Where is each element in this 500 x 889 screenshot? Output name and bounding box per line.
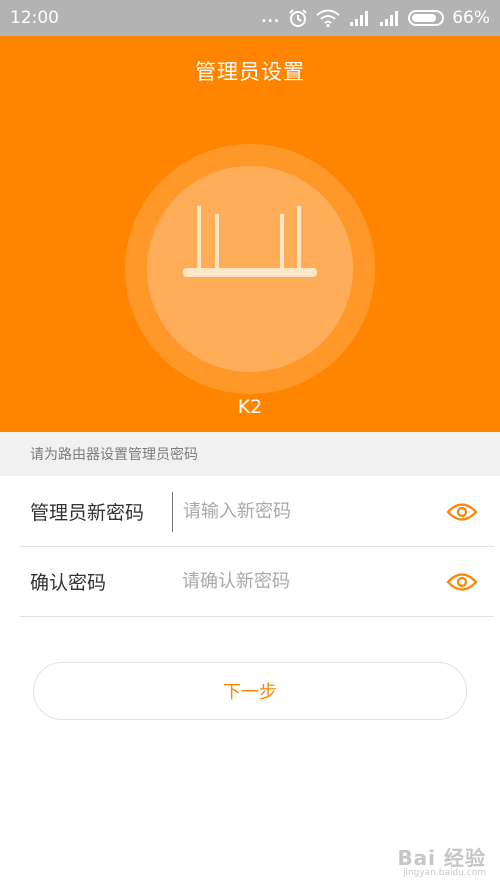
next-button[interactable]: 下一步 — [33, 662, 467, 720]
confirm-password-input[interactable] — [172, 561, 446, 602]
device-name: K2 — [237, 396, 263, 418]
battery-icon — [408, 10, 445, 26]
new-password-label: 管理员新密码 — [30, 502, 145, 524]
watermark-url: jingyan.baidu.com — [402, 868, 486, 879]
header: 管理员设置 K2 — [0, 36, 500, 432]
wifi-icon — [316, 9, 340, 27]
eye-icon[interactable] — [446, 501, 478, 523]
watermark-brand: Bai 经验 — [397, 846, 486, 871]
page-title: 管理员设置 — [195, 60, 305, 84]
watermark: Bai 经验 jingyan.baidu.com — [397, 847, 486, 879]
confirm-password-label: 确认密码 — [30, 572, 107, 594]
hint-text: 请为路由器设置管理员密码 — [0, 432, 500, 476]
status-icons: ... 66% — [261, 8, 490, 28]
new-password-row: 管理员新密码 — [20, 477, 494, 547]
status-time: 12:00 — [10, 8, 59, 28]
more-dots-icon: ... — [261, 10, 281, 26]
router-icon — [183, 206, 317, 277]
new-password-input[interactable] — [172, 491, 446, 532]
confirm-password-row: 确认密码 — [20, 547, 494, 617]
battery-percent: 66% — [452, 8, 490, 28]
signal-icon-2 — [380, 11, 399, 26]
status-bar: 12:00 ... 66% — [0, 0, 500, 36]
signal-icon — [350, 11, 369, 26]
alarm-icon — [289, 9, 307, 27]
eye-icon-confirm[interactable] — [446, 571, 478, 593]
